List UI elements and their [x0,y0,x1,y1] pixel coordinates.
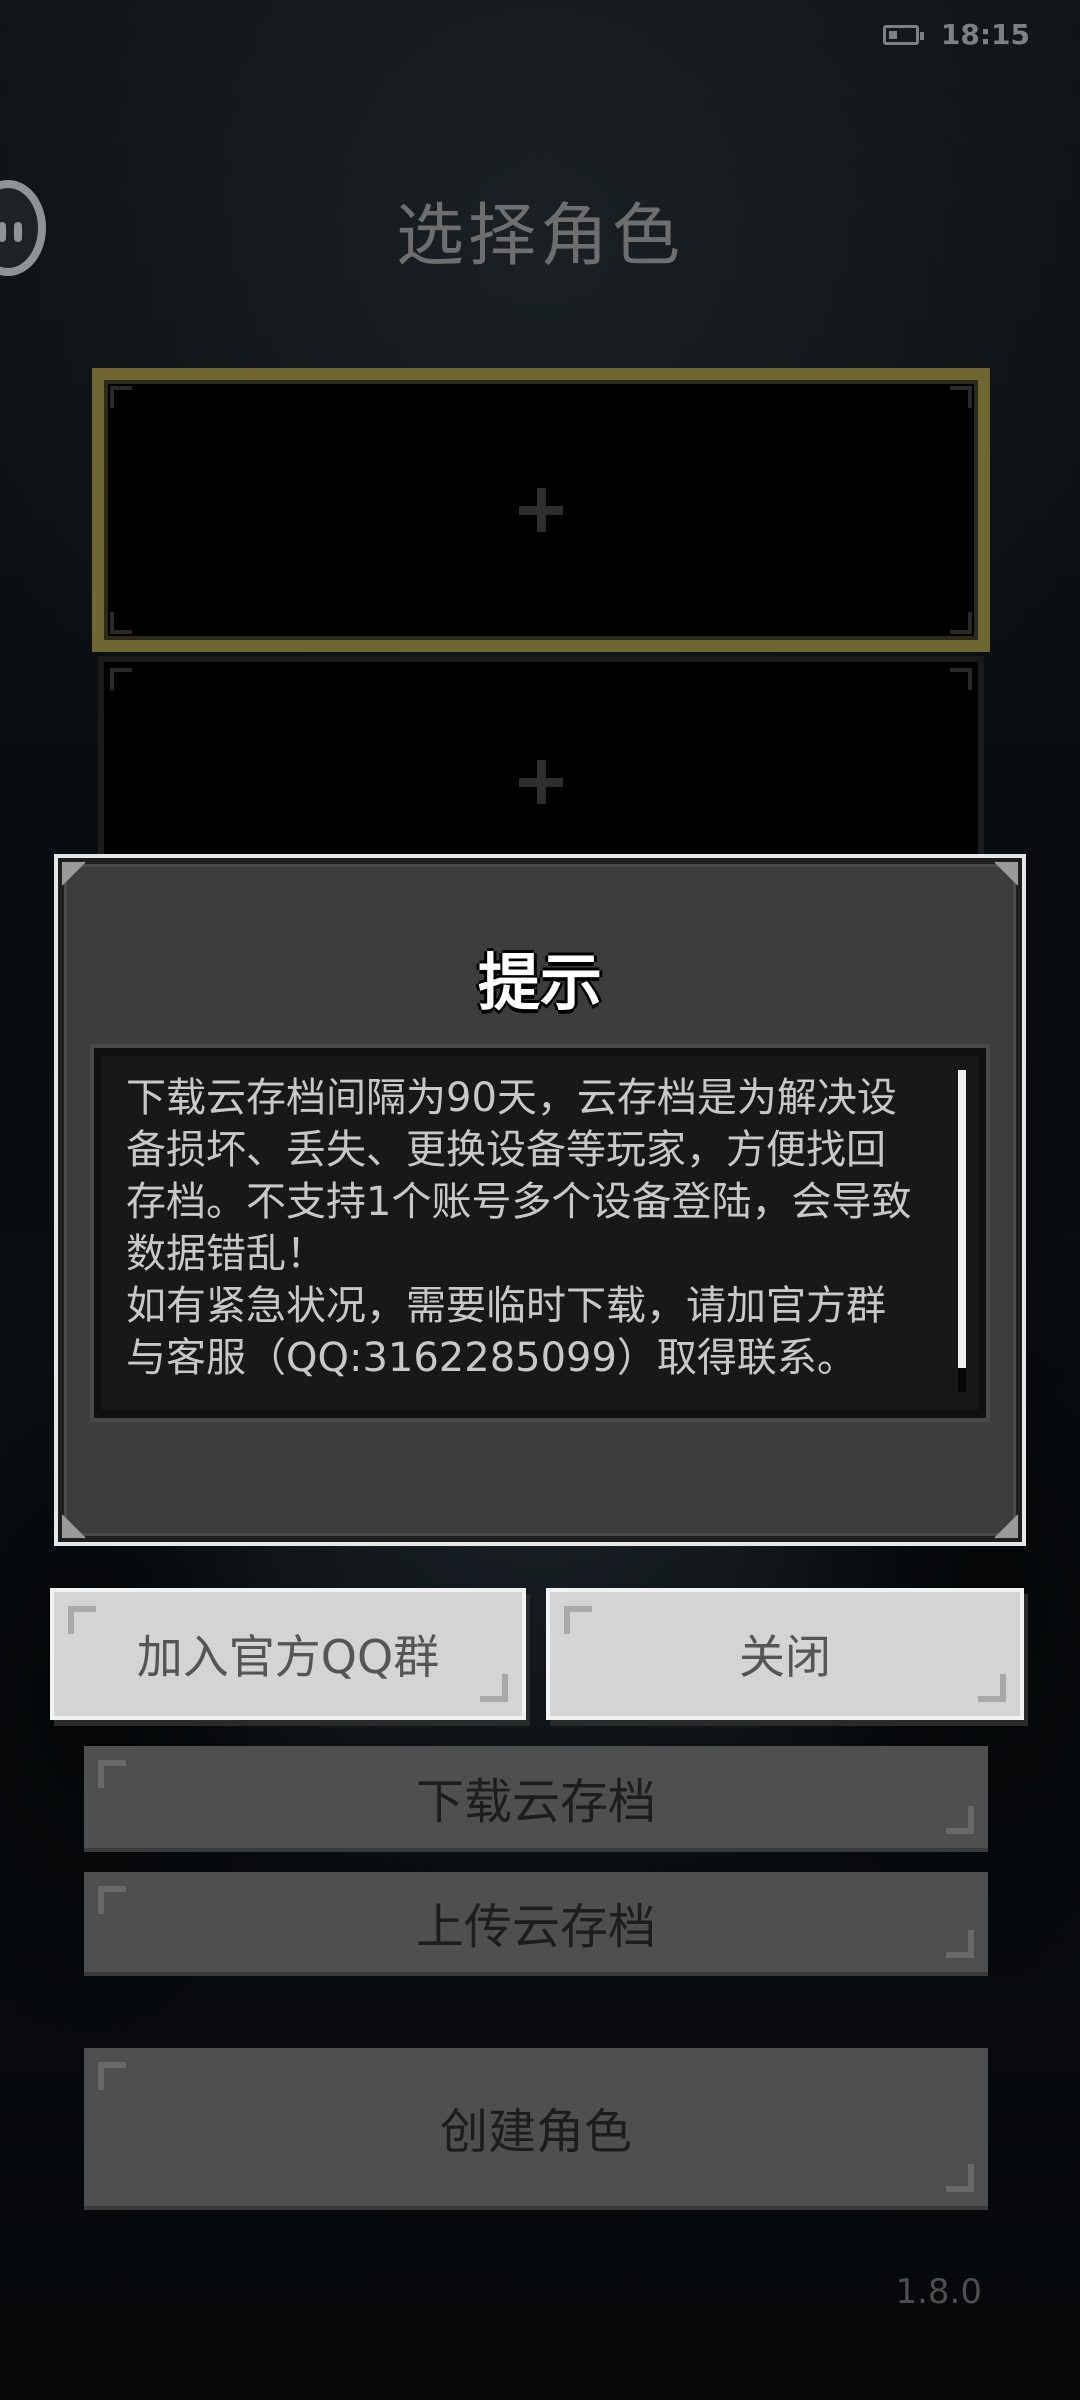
version-label: 1.8.0 [895,2272,982,2312]
dialog-title: 提示 [477,946,602,1019]
dialog-corner-ornament [994,862,1018,886]
battery-icon [882,24,924,45]
upload-cloud-save-button[interactable]: 上传云存档 [84,1872,988,1976]
dialog-corner-ornament [994,1514,1018,1538]
download-cloud-save-button[interactable]: 下载云存档 [84,1746,988,1852]
scrollbar[interactable] [958,1070,966,1392]
close-label: 关闭 [739,1630,831,1684]
role-slot-1[interactable] [92,368,990,652]
scrollbar-thumb[interactable] [958,1070,966,1368]
create-role-label: 创建角色 [439,2104,632,2160]
dialog-corner-ornament [62,1514,86,1538]
page-title: 选择角色 [395,197,684,276]
join-qq-group-button[interactable]: 加入官方QQ群 [50,1588,526,1720]
close-button[interactable]: 关闭 [546,1588,1024,1720]
status-bar: 18:15 [882,18,1030,51]
game-screen: 18:15 选择角色 下载云存档 上传云存档 创建角色 1.8.0 提示 下载云… [0,0,1080,2400]
dialog-message: 下载云存档间隔为90天，云存档是为解决设 备损坏、丢失、更换设备等玩家，方便找回… [126,1075,912,1381]
dialog-corner-ornament [62,862,86,886]
status-time: 18:15 [940,18,1030,51]
join-qq-group-label: 加入官方QQ群 [136,1630,440,1684]
tip-dialog: 提示 下载云存档间隔为90天，云存档是为解决设 备损坏、丢失、更换设备等玩家，方… [54,854,1026,1546]
create-role-button[interactable]: 创建角色 [84,2048,988,2210]
role-slot-2[interactable] [98,656,984,876]
upload-cloud-save-label: 上传云存档 [415,1899,656,1955]
download-cloud-save-label: 下载云存档 [415,1774,656,1830]
dialog-message-box[interactable]: 下载云存档间隔为90天，云存档是为解决设 备损坏、丢失、更换设备等玩家，方便找回… [94,1048,986,1418]
